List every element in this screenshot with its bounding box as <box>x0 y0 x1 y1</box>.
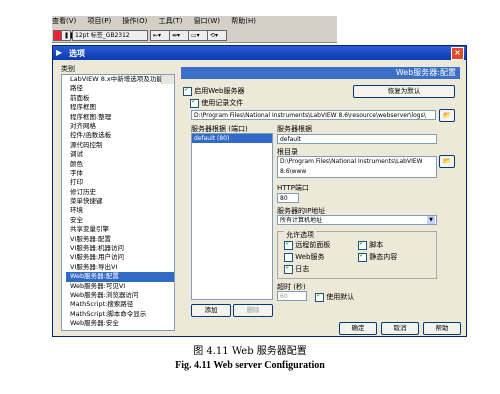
ok-button[interactable]: 确定 <box>339 322 377 335</box>
figure-caption-en: Fig. 4.11 Web server Configuration <box>175 360 325 371</box>
use-log-label: 使用记录文件 <box>201 99 244 107</box>
remove-button[interactable]: 删除 <box>233 304 273 317</box>
close-icon[interactable]: × <box>451 47 464 60</box>
browse-checkbox[interactable] <box>358 251 367 262</box>
category-item[interactable]: 程序框图:整理 <box>66 113 174 122</box>
category-item[interactable]: 打印 <box>66 178 174 187</box>
http-port-field[interactable]: 80 <box>277 193 299 203</box>
menu-bar: 查看(V) 项目(P) 操作(O) 工具(T) 窗口(W) 帮助(H) <box>52 16 337 28</box>
menu-view[interactable]: 查看(V) <box>52 17 76 25</box>
pause-icon[interactable]: ❚❚ <box>61 30 74 41</box>
opt-remote-panel-row[interactable]: 远程前面板 <box>284 239 331 250</box>
category-item[interactable]: 控件/函数选板 <box>66 131 174 140</box>
http-port-label: HTTP端口 <box>277 184 309 192</box>
category-item[interactable]: VI服务器:配置 <box>66 235 174 244</box>
dialog-icon: ▶ <box>56 48 63 57</box>
category-item[interactable]: MathScript:脚本命令显示 <box>66 310 174 319</box>
add-button[interactable]: 添加 <box>191 304 231 317</box>
menu-window[interactable]: 窗口(W) <box>194 17 220 25</box>
remote-panel-label: 远程前面板 <box>295 241 331 249</box>
opt-log-row[interactable]: 日志 <box>284 263 310 274</box>
opt-browse-row[interactable]: 静态内容 <box>358 251 398 262</box>
category-item[interactable]: 对齐网格 <box>66 122 174 131</box>
opt-web-server-row[interactable]: Web服务 <box>284 252 325 262</box>
use-log-checkbox[interactable] <box>190 97 199 108</box>
web-server-checkbox[interactable] <box>284 252 293 262</box>
category-item[interactable]: 调试 <box>66 150 174 159</box>
category-item[interactable]: 前面板 <box>66 94 174 103</box>
root-dir-field[interactable]: D:\Program Files\National Instruments\La… <box>277 156 437 178</box>
menu-project[interactable]: 项目(P) <box>88 17 112 25</box>
restore-default-button[interactable]: 恢复为默认 <box>353 85 455 98</box>
toolbar: ❚❚ 12pt 标签_GB2312 ⇤▾ ⇹▾ ▭▾ ⟲▾ <box>52 28 337 43</box>
category-item[interactable]: 安全 <box>66 216 174 225</box>
dialog-titlebar: ▶ 选项 × <box>53 46 466 60</box>
log-checkbox[interactable] <box>284 263 293 274</box>
category-item[interactable]: VI服务器:机器访问 <box>66 244 174 253</box>
menu-help[interactable]: 帮助(H) <box>231 17 256 25</box>
allow-group: 允许选项 远程前面板 脚本 Web服务 静态内容 日志 <box>277 230 437 279</box>
category-item[interactable]: VI服务器:导出VI <box>66 263 174 272</box>
bind-address-select[interactable]: 所有计算机地址 ▼ <box>277 215 437 225</box>
chevron-down-icon[interactable]: ▼ <box>427 216 435 224</box>
distribute-icon[interactable]: ⇹▾ <box>169 30 189 41</box>
log-label: 日志 <box>295 265 310 273</box>
browse-log-folder-icon[interactable]: 📂 <box>439 109 455 122</box>
enable-server-checkbox[interactable] <box>183 85 192 96</box>
dialog-title: 选项 <box>69 49 85 58</box>
options-dialog: ▶ 选项 × 类别 LabVIEW 8.x中新增选项及功能 路径 前面板 程序框图 程序… <box>52 45 467 337</box>
browse-root-folder-icon[interactable]: 📂 <box>439 155 455 168</box>
category-item[interactable]: Web服务器:配置 <box>66 272 174 282</box>
category-item[interactable]: 共享变量引擎 <box>66 225 174 234</box>
use-default-checkbox[interactable] <box>315 291 324 302</box>
enable-server-row[interactable]: 启用Web服务器 <box>183 85 245 96</box>
category-item[interactable]: 颜色 <box>66 160 174 169</box>
category-scrollbar[interactable] <box>161 75 174 85</box>
category-item[interactable]: 程序框图 <box>66 103 174 112</box>
figure-caption-cn: 图 4.11 Web 服务器配置 <box>193 346 307 357</box>
use-default-row[interactable]: 使用默认 <box>315 291 355 302</box>
menu-tools[interactable]: 工具(T) <box>159 17 183 25</box>
category-item[interactable]: 源代码控制 <box>66 141 174 150</box>
bind-address-value: 所有计算机地址 <box>280 217 323 224</box>
menu-operate[interactable]: 操作(O) <box>122 17 147 25</box>
category-item[interactable]: Web服务器:可见VI <box>66 282 174 291</box>
category-item[interactable]: 路径 <box>66 84 174 93</box>
web-server-label: Web服务 <box>295 253 325 261</box>
remote-panel-checkbox[interactable] <box>284 239 293 250</box>
category-item[interactable]: 字体 <box>66 169 174 178</box>
opt-script-row[interactable]: 脚本 <box>358 239 384 250</box>
help-button[interactable]: 帮助 <box>423 322 461 335</box>
category-list[interactable]: LabVIEW 8.x中新增选项及功能 路径 前面板 程序框图 程序框图:整理 对齐网格控… <box>61 74 175 331</box>
cancel-button[interactable]: 取消 <box>381 322 419 335</box>
category-item[interactable]: VI服务器:用户访问 <box>66 253 174 262</box>
reorder-icon[interactable]: ⟲▾ <box>207 30 227 41</box>
log-path-field[interactable]: D:\Program Files\National Instruments\La… <box>191 110 436 120</box>
panel-title: Web服务器:配置 <box>181 67 460 79</box>
category-label: 类别 <box>61 65 75 73</box>
category-item[interactable]: 修订历史 <box>66 188 174 197</box>
browse-label: 静态内容 <box>369 253 398 261</box>
category-item[interactable]: Web服务器:浏览器访问 <box>66 291 174 300</box>
timeout-field[interactable]: 60 <box>277 291 307 301</box>
use-log-row[interactable]: 使用记录文件 <box>190 97 244 108</box>
category-item[interactable]: Web服务器:安全 <box>66 319 174 328</box>
script-label: 脚本 <box>369 241 384 249</box>
server-root-label: 服务器根据 <box>277 125 312 133</box>
align-icon[interactable]: ⇤▾ <box>150 30 170 41</box>
category-item[interactable]: 环境 <box>66 206 174 215</box>
category-item[interactable]: LabVIEW 8.x中新增选项及功能 <box>66 75 174 84</box>
use-default-label: 使用默认 <box>326 293 355 301</box>
resize-icon[interactable]: ▭▾ <box>188 30 208 41</box>
enable-server-label: 启用Web服务器 <box>194 87 245 95</box>
script-checkbox[interactable] <box>358 239 367 250</box>
server-list-item[interactable]: default (80) <box>192 134 272 143</box>
server-list[interactable]: default (80) <box>191 133 273 300</box>
font-select[interactable]: 12pt 标签_GB2312 <box>72 30 148 41</box>
category-item[interactable]: MathScript:搜索路径 <box>66 300 174 309</box>
server-root-field[interactable]: default <box>277 134 437 144</box>
